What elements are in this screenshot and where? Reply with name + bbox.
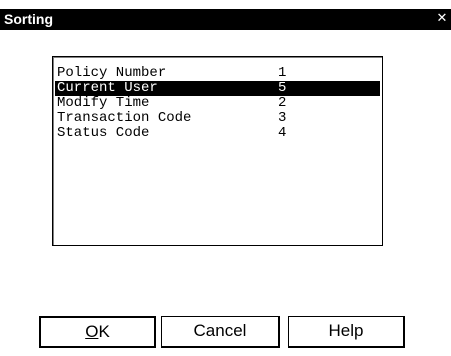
title-bar[interactable]: Sorting ✕	[0, 9, 451, 30]
list-item[interactable]: Modify Time 2	[55, 96, 380, 111]
ok-button-label: OK	[85, 323, 110, 341]
help-button[interactable]: Help	[288, 316, 405, 348]
ok-button[interactable]: OK	[39, 316, 156, 348]
list-item-label: Status Code	[57, 125, 150, 141]
list-item-label: Current User	[57, 80, 158, 96]
list-item-order: 5	[278, 80, 287, 96]
close-icon[interactable]: ✕	[436, 12, 448, 26]
list-item[interactable]: Status Code 4	[55, 126, 380, 141]
list-item-label: Policy Number	[57, 65, 167, 81]
list-item-selected[interactable]: Current User 5	[55, 81, 380, 96]
sorting-dialog: Sorting ✕ Policy Number 1 Current User 5…	[0, 0, 451, 356]
sort-order-listbox[interactable]: Policy Number 1 Current User 5 Modify Ti…	[52, 56, 383, 246]
list-item-order: 1	[278, 65, 287, 81]
list-item-order: 2	[278, 95, 287, 111]
dialog-title: Sorting	[4, 11, 53, 27]
ok-label-rest: K	[98, 322, 110, 341]
list-item[interactable]: Policy Number 1	[55, 66, 380, 81]
list-item[interactable]: Transaction Code 3	[55, 111, 380, 126]
list-item-label: Modify Time	[57, 95, 150, 111]
list-item-order: 4	[278, 125, 287, 141]
cancel-button[interactable]: Cancel	[161, 316, 280, 348]
ok-mnemonic: O	[85, 322, 99, 341]
list-item-label: Transaction Code	[57, 110, 192, 126]
list-item-order: 3	[278, 110, 287, 126]
